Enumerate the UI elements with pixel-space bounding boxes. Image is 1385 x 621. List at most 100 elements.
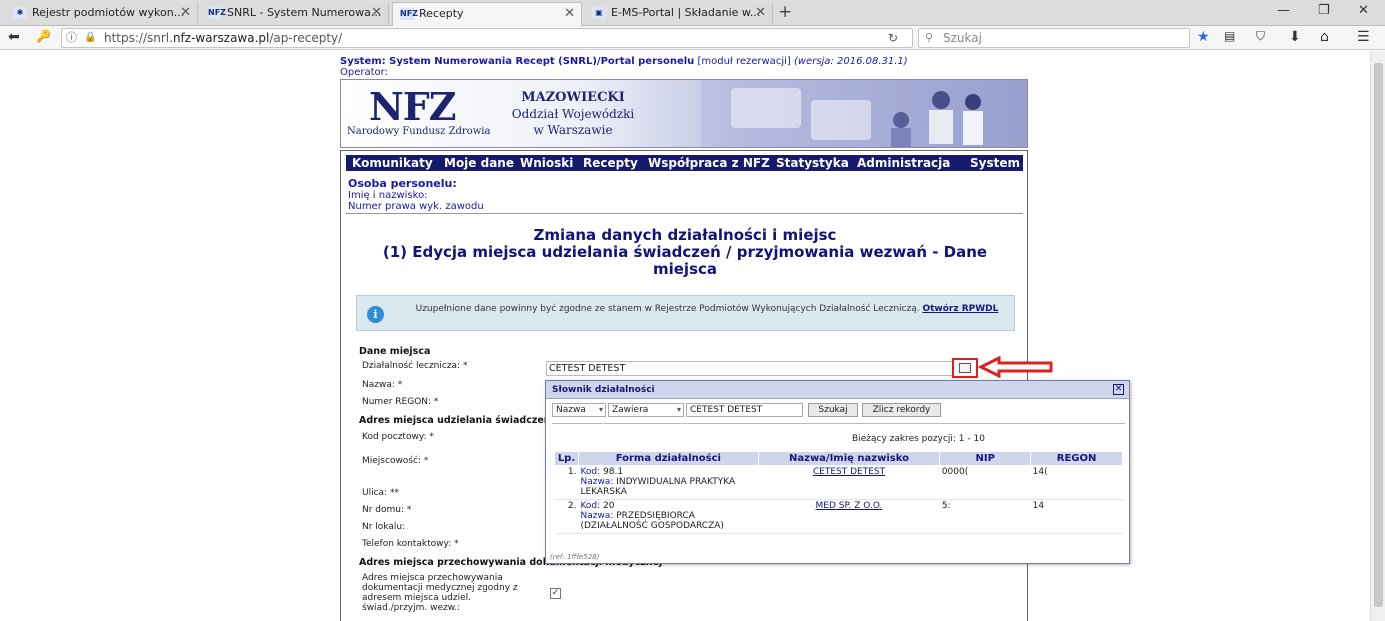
chevron-down-icon: ▾: [598, 405, 603, 414]
operator-label: Operator:: [340, 67, 388, 78]
url-bar[interactable]: ⓘ 🔒 https://snrl.nfz-warszawa.pl/ap-rece…: [61, 28, 913, 48]
url-path: /ap-recepty/: [269, 31, 343, 45]
key-icon[interactable]: 🔑: [36, 29, 51, 43]
banner-photo: [701, 80, 1027, 147]
activity-field[interactable]: CETEST DETEST: [546, 361, 976, 376]
branch-line-2: Oddział Wojewódzki: [511, 107, 635, 121]
bookmark-star-icon[interactable]: ★: [1197, 29, 1210, 45]
module-label: [moduł rezerwacji]: [697, 56, 791, 67]
col-lp: Lp.: [554, 451, 579, 466]
operator-select[interactable]: Zawiera ▾: [608, 403, 684, 417]
menu-system[interactable]: System: [970, 155, 1020, 171]
phone-label: Telefon kontaktowy: *: [362, 539, 459, 549]
col-nip: NIP: [939, 451, 1032, 466]
street-label: Ulica: **: [362, 488, 399, 498]
postal-label: Kod pocztowy: *: [362, 432, 434, 442]
same-address-line-3: adresem miejsca udziel.: [362, 593, 471, 603]
favicon-icon: ✱: [13, 7, 27, 19]
chevron-down-icon: ▾: [676, 405, 681, 414]
row-forma: Kod: 20 Nazwa: PRZEDSIĘBIORCA (DZIAŁALNO…: [578, 499, 759, 534]
pocket-icon[interactable]: ⛉: [1256, 29, 1265, 44]
info-icon[interactable]: ⓘ: [66, 29, 77, 47]
branch-line-3: w Warszawie: [533, 123, 613, 137]
info-message: Uzupełnione dane powinny być zgodne ze s…: [415, 304, 920, 314]
field-select[interactable]: Nazwa ▾: [552, 403, 606, 417]
close-window-icon[interactable]: ✕: [1358, 3, 1369, 18]
menu-komunikaty[interactable]: Komunikaty: [352, 155, 433, 171]
nfz-banner: NFZ Narodowy Fundusz Zdrowia MAZOWIECKI …: [340, 79, 1028, 148]
tab-recepty[interactable]: NFZ Recepty ✕: [392, 2, 582, 26]
activity-label: Działalność lecznicza: *: [362, 361, 468, 371]
page-scrollbar[interactable]: [1370, 51, 1385, 621]
kod-value: 20: [603, 501, 615, 511]
tab-ems-portal[interactable]: ▣ E-MS-Portal | Składanie w... ✕: [585, 2, 773, 26]
nazwa-label: Nazwa:: [580, 477, 614, 487]
reload-icon[interactable]: ↻: [888, 29, 898, 47]
search-box[interactable]: ⚲ Szukaj: [918, 28, 1190, 48]
info-text: Uzupełnione dane powinny być zgodne ze s…: [412, 304, 1002, 315]
scrollbar-thumb[interactable]: [1374, 63, 1383, 607]
nfz-logo: NFZ: [369, 84, 456, 129]
dialog-title: Słownik działalności: [546, 381, 1129, 399]
same-address-label: Adres miejsca przechowywania dokumentacj…: [362, 573, 518, 613]
same-address-checkbox[interactable]: ✓: [550, 588, 561, 599]
browser-nav-bar: ⬅ 🔑 ⓘ 🔒 https://snrl.nfz-warszawa.pl/ap-…: [0, 26, 1385, 50]
red-arrow-icon: [977, 355, 1053, 379]
row-nip: 0000(: [939, 465, 1031, 500]
row-nip: 5:: [939, 499, 1031, 534]
close-tab-icon[interactable]: ✕: [180, 2, 191, 24]
close-icon[interactable]: ✕: [1113, 384, 1124, 395]
menu-recepty[interactable]: Recepty: [583, 155, 638, 171]
dictionary-picker-button[interactable]: [952, 358, 978, 378]
menu-wnioski[interactable]: Wnioski: [520, 155, 573, 171]
table-header-row: Lp. Forma działalności Nazwa/Imię nazwis…: [554, 451, 1123, 466]
row-regon: 14: [1030, 499, 1123, 534]
nazwa-label: Nazwa:: [580, 511, 614, 521]
menu-statystyka[interactable]: Statystyka: [776, 155, 849, 171]
row-name: CETEST DETEST: [758, 465, 940, 500]
close-tab-icon[interactable]: ✕: [371, 2, 382, 24]
tab-label: E-MS-Portal | Składanie w...: [611, 6, 761, 19]
nfz-logo-subtitle: Narodowy Fundusz Zdrowia: [347, 126, 491, 137]
tab-label: Rejestr podmiotów wykon...: [32, 6, 185, 19]
open-rpwdl-link[interactable]: Otwórz RPWDL: [922, 304, 998, 314]
info-icon: i: [367, 306, 384, 323]
table-row: 2. Kod: 20 Nazwa: PRZEDSIĘBIORCA (DZIAŁA…: [554, 499, 1123, 534]
browser-tab-bar: ✱ Rejestr podmiotów wykon... ✕ NFZ SNRL …: [0, 0, 1385, 26]
search-button[interactable]: Szukaj: [808, 403, 858, 417]
system-info: System: System Numerowania Recept (SNRL)…: [340, 56, 908, 78]
range-info: Bieżący zakres pozycji: 1 - 10: [852, 434, 985, 444]
same-address-line-2: dokumentacji medycznej zgodny z: [362, 583, 518, 593]
home-icon[interactable]: ⌂: [1320, 29, 1329, 45]
menu-icon[interactable]: ☰: [1357, 29, 1370, 45]
section-adres: Adres miejsca udzielania świadczeń: [359, 415, 551, 426]
kod-label: Kod:: [580, 501, 601, 511]
select-record-link[interactable]: CETEST DETEST: [813, 467, 885, 477]
query-input[interactable]: CETEST DETEST: [686, 403, 803, 417]
city-label: Miejscowość: *: [362, 456, 429, 466]
search-placeholder: Szukaj: [943, 31, 982, 45]
col-forma: Forma działalności: [577, 451, 759, 466]
close-tab-icon[interactable]: ✕: [564, 3, 575, 25]
count-records-button[interactable]: Zlicz rekordy: [862, 403, 941, 417]
menu-moje-dane[interactable]: Moje dane: [444, 155, 514, 171]
nfz-favicon-icon: NFZ: [400, 8, 418, 20]
download-icon[interactable]: ⬇: [1289, 29, 1301, 45]
list-icon: [959, 363, 971, 373]
menu-administracja[interactable]: Administracja: [857, 155, 950, 171]
new-tab-icon[interactable]: +: [778, 2, 792, 22]
row-lp: 2.: [554, 499, 579, 534]
system-label: System: System Numerowania Recept (SNRL)…: [340, 56, 695, 67]
close-tab-icon[interactable]: ✕: [755, 2, 766, 24]
tab-rejestr[interactable]: ✱ Rejestr podmiotów wykon... ✕: [6, 2, 198, 26]
main-menu: Komunikaty Moje dane Wnioski Recepty Wsp…: [346, 155, 1023, 171]
minimize-icon[interactable]: —: [1277, 3, 1290, 18]
reading-list-icon[interactable]: ▤: [1224, 29, 1235, 43]
tab-snrl[interactable]: NFZ SNRL - System Numerowa... ✕: [201, 2, 389, 26]
same-address-line-1: Adres miejsca przechowywania: [362, 573, 503, 583]
row-name: MED SP. Z O.O.: [758, 499, 940, 534]
back-icon[interactable]: ⬅: [8, 29, 20, 45]
menu-wspolpraca[interactable]: Współpraca z NFZ: [648, 155, 770, 171]
select-record-link[interactable]: MED SP. Z O.O.: [816, 501, 883, 511]
restore-icon[interactable]: ❐: [1318, 3, 1330, 18]
